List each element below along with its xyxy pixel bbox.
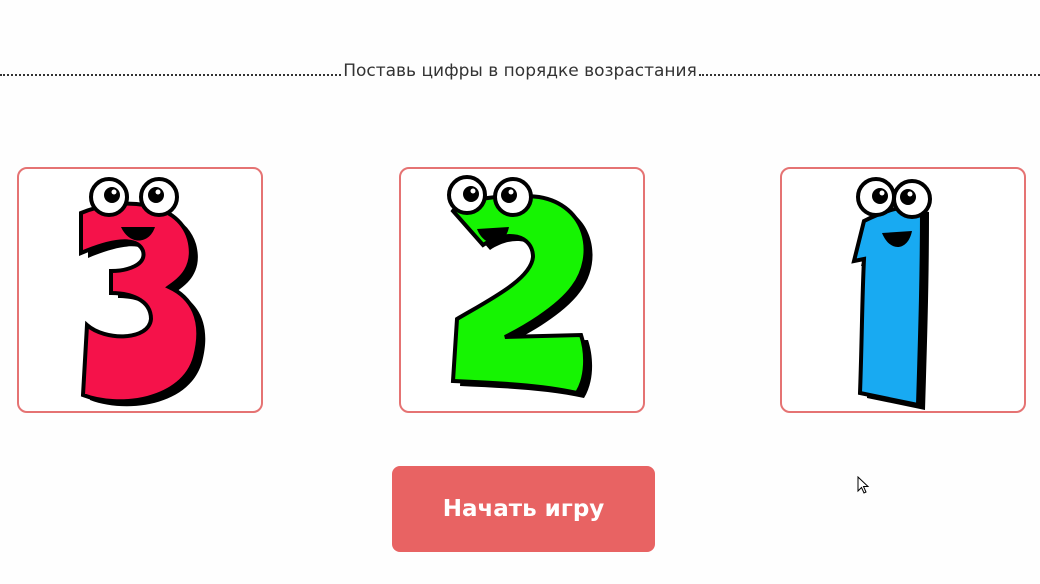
digit-shape (450, 193, 588, 396)
dotted-divider-right (698, 74, 1040, 76)
game-stage: Поставь цифры в порядке возрастания Нача… (0, 0, 1040, 584)
start-game-button[interactable]: Начать игру (392, 466, 655, 552)
instruction-row: Поставь цифры в порядке возрастания (0, 56, 1040, 86)
digit-card-2[interactable] (399, 167, 645, 413)
digit-card-3[interactable] (17, 167, 263, 413)
mouse-cursor-icon (857, 476, 870, 494)
digit-card-1[interactable] (780, 167, 1026, 413)
cartoon-digit-two-icon (447, 175, 593, 398)
cartoon-digit-three-icon (79, 177, 206, 407)
cartoon-digit-one-icon (851, 177, 932, 410)
instruction-text: Поставь цифры в порядке возрастания (343, 61, 697, 81)
dotted-divider-left (0, 74, 342, 76)
